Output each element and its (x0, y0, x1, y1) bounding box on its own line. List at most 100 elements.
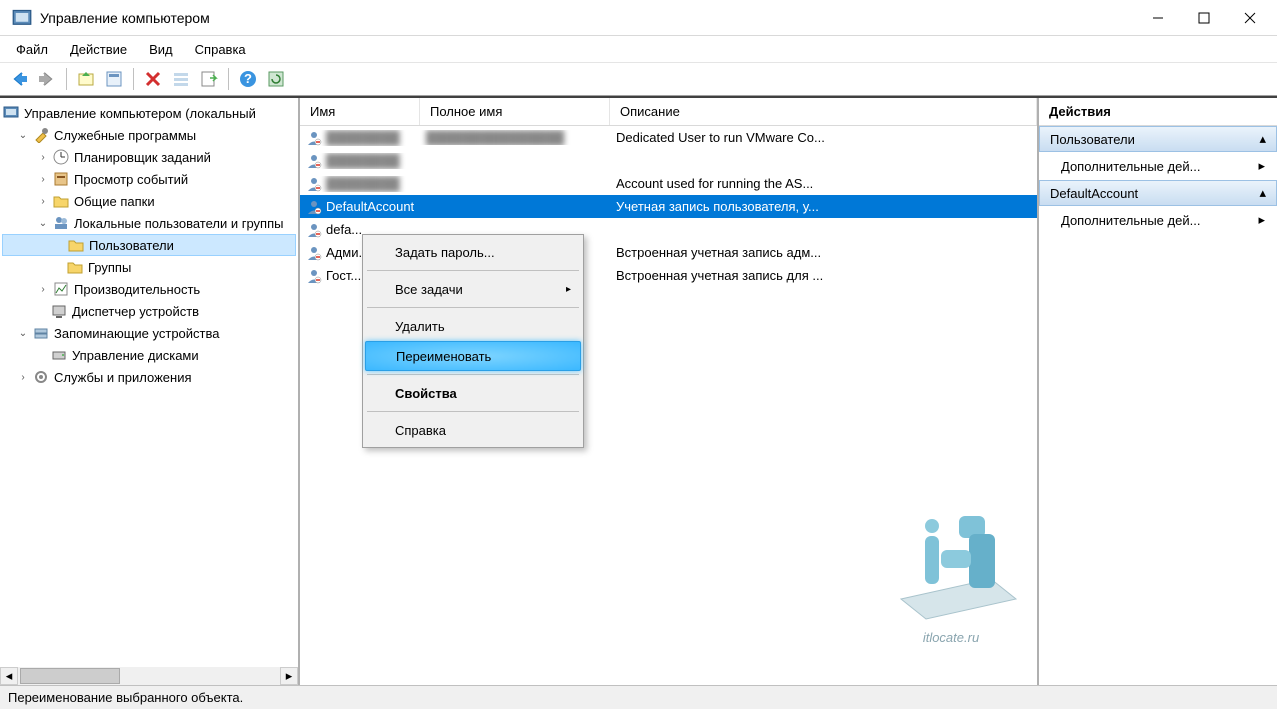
delete-button[interactable] (140, 66, 166, 92)
tree-localusers[interactable]: ⌄ Локальные пользователи и группы (2, 212, 296, 234)
maximize-button[interactable] (1181, 2, 1227, 34)
expand-icon[interactable]: › (36, 194, 50, 208)
minimize-button[interactable] (1135, 2, 1181, 34)
context-item-label: Переименовать (396, 349, 491, 364)
list-row[interactable]: DefaultAccountУчетная запись пользовател… (300, 195, 1037, 218)
actions-more-users[interactable]: Дополнительные дей... ▸ (1039, 152, 1277, 180)
cell-description: Dedicated User to run VMware Co... (610, 130, 1037, 145)
cell-description: Account used for running the AS... (610, 176, 1037, 191)
tree-root[interactable]: Управление компьютером (локальный (2, 102, 296, 124)
expand-icon[interactable]: › (36, 172, 50, 186)
context-help[interactable]: Справка (365, 415, 581, 445)
scroll-right-icon[interactable]: ▸ (280, 667, 298, 685)
menu-file[interactable]: Файл (6, 38, 58, 61)
status-text: Переименование выбранного объекта. (8, 690, 243, 705)
tools-icon (32, 126, 50, 144)
cell-description: Учетная запись пользователя, у... (610, 199, 1037, 214)
context-rename[interactable]: Переименовать (365, 341, 581, 371)
cell-fullname: ███████████████ (420, 130, 610, 145)
column-description[interactable]: Описание (610, 98, 1037, 125)
scroll-left-icon[interactable]: ◂ (0, 667, 18, 685)
folder-icon (67, 236, 85, 254)
tree-storage[interactable]: ⌄ Запоминающие устройства (2, 322, 296, 344)
tree-groups[interactable]: Группы (2, 256, 296, 278)
menubar: Файл Действие Вид Справка (0, 36, 1277, 62)
svg-text:?: ? (244, 71, 252, 86)
actions-group-users[interactable]: Пользователи ▴ (1039, 126, 1277, 152)
up-button[interactable] (73, 66, 99, 92)
user-icon (306, 176, 322, 192)
user-icon (306, 153, 322, 169)
context-item-label: Все задачи (395, 282, 463, 297)
expand-icon[interactable]: › (36, 150, 50, 164)
menu-action[interactable]: Действие (60, 38, 137, 61)
cell-name: ████████ (300, 130, 420, 146)
nav-back-button[interactable] (6, 66, 32, 92)
tree-devicemgr[interactable]: Диспетчер устройств (2, 300, 296, 322)
cell-description: Встроенная учетная запись адм... (610, 245, 1037, 260)
column-fullname[interactable]: Полное имя (420, 98, 610, 125)
folder-shared-icon (52, 192, 70, 210)
toolbar: ? (0, 62, 1277, 96)
expand-icon[interactable]: › (16, 370, 30, 384)
tree-label: Запоминающие устройства (54, 326, 219, 341)
context-item-label: Удалить (395, 319, 445, 334)
tree-scheduler[interactable]: › Планировщик заданий (2, 146, 296, 168)
export-button[interactable] (196, 66, 222, 92)
tree-label: Локальные пользователи и группы (74, 216, 283, 231)
user-icon (306, 130, 322, 146)
tree-utilities[interactable]: ⌄ Служебные программы (2, 124, 296, 146)
titlebar: Управление компьютером (0, 0, 1277, 36)
submenu-arrow-icon: ▸ (1258, 158, 1265, 174)
close-button[interactable] (1227, 2, 1273, 34)
collapse-icon[interactable]: ⌄ (36, 216, 50, 230)
tree-label: Управление дисками (72, 348, 199, 363)
nav-forward-button[interactable] (34, 66, 60, 92)
column-name[interactable]: Имя (300, 98, 420, 125)
help-button[interactable]: ? (235, 66, 261, 92)
list-header: Имя Полное имя Описание (300, 98, 1037, 126)
context-delete[interactable]: Удалить (365, 311, 581, 341)
tree-label: Общие папки (74, 194, 155, 209)
context-set-password[interactable]: Задать пароль... (365, 237, 581, 267)
context-menu: Задать пароль... Все задачи ▸ Удалить Пер… (362, 234, 584, 448)
properties-button[interactable] (101, 66, 127, 92)
actions-group-defaultaccount[interactable]: DefaultAccount ▴ (1039, 180, 1277, 206)
actions-title: Действия (1039, 98, 1277, 126)
menu-view[interactable]: Вид (139, 38, 183, 61)
collapse-icon[interactable]: ⌄ (16, 326, 30, 340)
scroll-thumb[interactable] (20, 668, 120, 684)
tree-label: Пользователи (89, 238, 174, 253)
tree-services[interactable]: › Службы и приложения (2, 366, 296, 388)
tree-label: Просмотр событий (74, 172, 188, 187)
tree-performance[interactable]: › Производительность (2, 278, 296, 300)
collapse-icon[interactable]: ⌄ (16, 128, 30, 142)
list-button[interactable] (168, 66, 194, 92)
tree-diskmgr[interactable]: Управление дисками (2, 344, 296, 366)
menu-help[interactable]: Справка (185, 38, 256, 61)
refresh-button[interactable] (263, 66, 289, 92)
tree-label: Планировщик заданий (74, 150, 211, 165)
list-row[interactable]: ████████ (300, 149, 1037, 172)
cell-description: Встроенная учетная запись для ... (610, 268, 1037, 283)
actions-more-defaultaccount[interactable]: Дополнительные дей... ▸ (1039, 206, 1277, 234)
tree-label: Производительность (74, 282, 200, 297)
context-item-label: Задать пароль... (395, 245, 495, 260)
context-properties[interactable]: Свойства (365, 378, 581, 408)
expand-icon[interactable]: › (36, 282, 50, 296)
submenu-arrow-icon: ▸ (566, 284, 571, 295)
context-all-tasks[interactable]: Все задачи ▸ (365, 274, 581, 304)
action-item-label: Дополнительные дей... (1061, 213, 1200, 228)
list-row[interactable]: ████████Account used for running the AS.… (300, 172, 1037, 195)
storage-icon (32, 324, 50, 342)
collapse-icon: ▴ (1259, 185, 1266, 201)
tree-label: Управление компьютером (локальный (24, 106, 256, 121)
user-icon (306, 222, 322, 238)
tree-users[interactable]: Пользователи (2, 234, 296, 256)
tree-shared[interactable]: › Общие папки (2, 190, 296, 212)
tree-scrollbar[interactable]: ◂ ▸ (0, 667, 298, 685)
statusbar: Переименование выбранного объекта. (0, 685, 1277, 709)
actions-pane: Действия Пользователи ▴ Дополнительные д… (1039, 98, 1277, 685)
list-row[interactable]: ███████████████████████Dedicated User to… (300, 126, 1037, 149)
tree-events[interactable]: › Просмотр событий (2, 168, 296, 190)
